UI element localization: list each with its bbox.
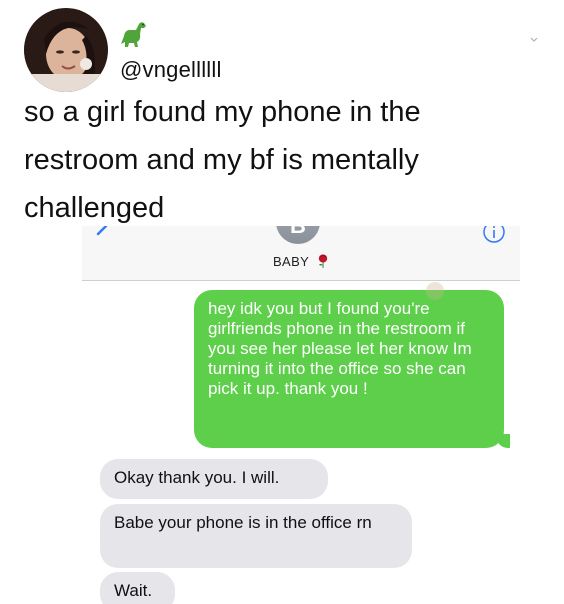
contact-name-label: BABY	[272, 254, 310, 269]
imessage-screenshot: B BABY hey idk you but I found you're gi…	[82, 226, 520, 604]
tweet-text: so a girl found my phone in the restroom…	[24, 96, 421, 224]
tweet-header: @vngellllll	[24, 8, 544, 92]
avatar-photo-icon	[24, 8, 108, 92]
reaction-dot	[426, 282, 444, 300]
received-message[interactable]: Wait.	[100, 572, 175, 604]
dinosaur-icon	[121, 22, 146, 47]
user-handle[interactable]: @vngellllll	[120, 57, 222, 83]
avatar[interactable]	[24, 8, 108, 92]
contact-avatar[interactable]: B	[276, 226, 320, 244]
conversation-header: B BABY	[82, 226, 520, 281]
received-message[interactable]: Okay thank you. I will.	[100, 459, 328, 499]
received-message[interactable]: Babe your phone is in the office rn	[100, 504, 412, 568]
info-icon[interactable]	[482, 226, 506, 244]
rose-icon	[318, 254, 328, 268]
contact-name[interactable]: BABY	[82, 254, 520, 269]
chevron-down-icon[interactable]	[530, 36, 538, 44]
back-chevron-icon[interactable]	[94, 226, 110, 240]
sent-message[interactable]: hey idk you but I found you're girlfrien…	[194, 290, 510, 448]
